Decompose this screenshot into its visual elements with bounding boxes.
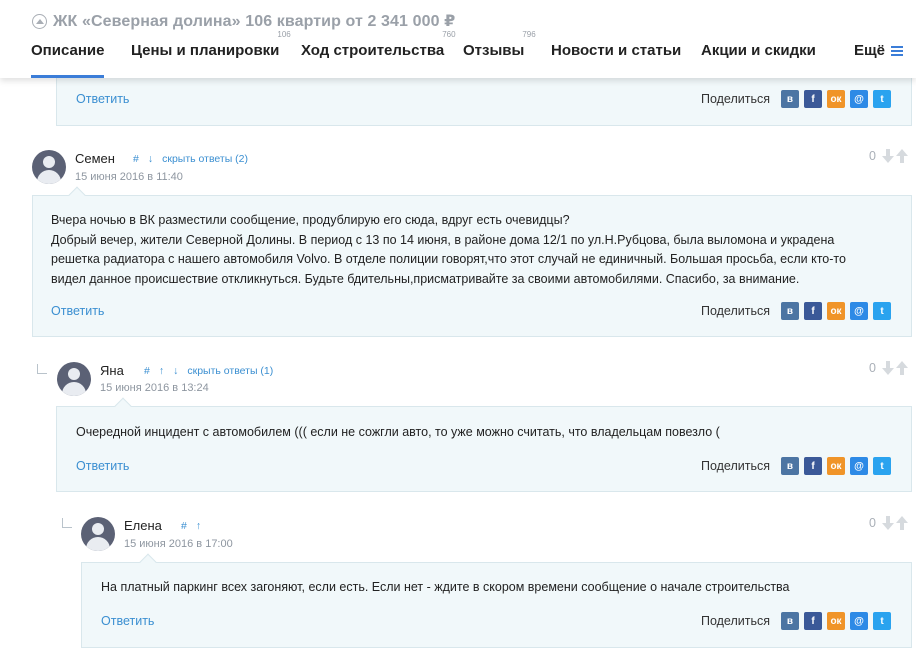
share-label: Поделиться: [700, 614, 770, 628]
hide-replies-link[interactable]: скрыть ответы (2): [162, 153, 248, 165]
hide-replies-link[interactable]: скрыть ответы (1): [187, 365, 273, 377]
odnoklassniki-icon[interactable]: ок: [827, 612, 845, 630]
tab-count: 106: [277, 30, 291, 39]
comment-date: 15 июня 2016 в 17:00: [124, 538, 233, 550]
tab-reviews[interactable]: Отзывы 796: [463, 30, 536, 78]
comment-date: 15 июня 2016 в 13:24: [100, 382, 209, 394]
comment-box: На платный паркинг всех загоняют, если е…: [81, 553, 912, 648]
mailru-icon[interactable]: @: [850, 457, 868, 475]
twitter-icon[interactable]: t: [873, 612, 891, 630]
facebook-icon[interactable]: f: [804, 457, 822, 475]
tab-description[interactable]: Описание: [31, 42, 105, 78]
tab-label: Описание: [31, 42, 105, 59]
reply-link[interactable]: Ответить: [101, 614, 154, 628]
permalink-link[interactable]: #: [181, 520, 187, 532]
page-title: ЖК «Северная долина» 106 квартир от 2 34…: [53, 13, 456, 30]
reply-link[interactable]: Ответить: [76, 459, 129, 473]
vote-down-icon[interactable]: [881, 149, 894, 163]
share-bar: Поделиться в f ок @ t: [701, 457, 891, 475]
tab-prices[interactable]: Цены и планировки 106: [131, 30, 291, 78]
comment-box: Очередной инцидент с автомобилем ((( есл…: [56, 397, 912, 492]
tab-label: Отзывы: [463, 42, 525, 59]
parent-comment-link[interactable]: ↑: [196, 520, 201, 532]
share-bar: Поделиться в f ок @ t: [701, 90, 891, 108]
next-comment-link[interactable]: ↓: [173, 365, 178, 377]
vote-up-icon[interactable]: [895, 516, 908, 530]
vk-icon[interactable]: в: [781, 612, 799, 630]
vk-icon[interactable]: в: [781, 302, 799, 320]
comment-links: # ↑: [181, 520, 210, 532]
comment-author: Елена: [124, 518, 162, 533]
reply-link[interactable]: Ответить: [76, 92, 129, 106]
mailru-icon[interactable]: @: [850, 302, 868, 320]
facebook-icon[interactable]: f: [804, 90, 822, 108]
tab-label: Ещё: [854, 42, 886, 59]
twitter-icon[interactable]: t: [873, 302, 891, 320]
avatar: [57, 362, 91, 396]
tab-construction[interactable]: Ход строительства 760: [301, 30, 456, 78]
tab-count: 760: [442, 30, 456, 39]
comment-links: # ↓ скрыть ответы (2): [133, 153, 257, 165]
vote-up-icon[interactable]: [895, 361, 908, 375]
vote-down-icon[interactable]: [881, 516, 894, 530]
chevron-up-icon[interactable]: [32, 13, 47, 29]
twitter-icon[interactable]: t: [873, 457, 891, 475]
odnoklassniki-icon[interactable]: ок: [827, 302, 845, 320]
vote-down-icon[interactable]: [881, 361, 894, 375]
reply-indent-line: [37, 364, 47, 374]
vote-count: 0: [869, 361, 876, 375]
page-header: ЖК «Северная долина» 106 квартир от 2 34…: [0, 0, 916, 78]
avatar: [32, 150, 66, 184]
reply-indent-line: [62, 518, 72, 528]
comment-date: 15 июня 2016 в 11:40: [75, 171, 183, 183]
mailru-icon[interactable]: @: [850, 612, 868, 630]
comment-box: Ответить Поделиться в f ок @ t: [56, 70, 912, 126]
comment-text: На платный паркинг всех загоняют, если е…: [101, 580, 790, 594]
parent-comment-link[interactable]: ↑: [159, 365, 164, 377]
tab-label: Цены и планировки: [131, 42, 280, 59]
facebook-icon[interactable]: f: [804, 612, 822, 630]
tab-label: Ход строительства: [301, 42, 445, 59]
mailru-icon[interactable]: @: [850, 90, 868, 108]
facebook-icon[interactable]: f: [804, 302, 822, 320]
tab-more[interactable]: Ещё: [854, 42, 904, 78]
vote-up-icon[interactable]: [895, 149, 908, 163]
avatar: [81, 517, 115, 551]
tab-news[interactable]: Новости и статьи: [551, 42, 681, 78]
permalink-link[interactable]: #: [144, 365, 150, 377]
tab-label: Новости и статьи: [551, 42, 682, 59]
comment-links: # ↑ ↓ скрыть ответы (1): [144, 365, 282, 377]
vote-count: 0: [869, 516, 876, 530]
vote-controls: 0: [869, 149, 908, 163]
share-bar: Поделиться в f ок @ t: [701, 612, 891, 630]
next-comment-link[interactable]: ↓: [148, 153, 153, 165]
comment-text: Очередной инцидент с автомобилем ((( есл…: [76, 425, 720, 439]
title-row: ЖК «Северная долина» 106 квартир от 2 34…: [32, 11, 455, 31]
comment-author: Яна: [100, 363, 124, 378]
tab-count: 796: [522, 30, 536, 39]
tab-label: Акции и скидки: [701, 42, 816, 59]
share-bar: Поделиться в f ок @ t: [701, 302, 891, 320]
share-label: Поделиться: [700, 92, 770, 106]
tab-promotions[interactable]: Акции и скидки: [701, 42, 816, 78]
vk-icon[interactable]: в: [781, 90, 799, 108]
vk-icon[interactable]: в: [781, 457, 799, 475]
comment-author: Семен: [75, 151, 115, 166]
reply-link[interactable]: Ответить: [51, 304, 104, 318]
twitter-icon[interactable]: t: [873, 90, 891, 108]
share-label: Поделиться: [700, 459, 770, 473]
odnoklassniki-icon[interactable]: ок: [827, 90, 845, 108]
vote-controls: 0: [869, 361, 908, 375]
tab-bar: Описание Цены и планировки 106 Ход строит…: [31, 30, 911, 78]
odnoklassniki-icon[interactable]: ок: [827, 457, 845, 475]
comment-text: Вчера ночью в ВК разместили сообщение, п…: [51, 213, 846, 286]
permalink-link[interactable]: #: [133, 153, 139, 165]
comment-box: Вчера ночью в ВК разместили сообщение, п…: [32, 186, 912, 337]
vote-count: 0: [869, 149, 876, 163]
share-label: Поделиться: [700, 304, 770, 318]
menu-icon: [891, 44, 904, 58]
vote-controls: 0: [869, 516, 908, 530]
